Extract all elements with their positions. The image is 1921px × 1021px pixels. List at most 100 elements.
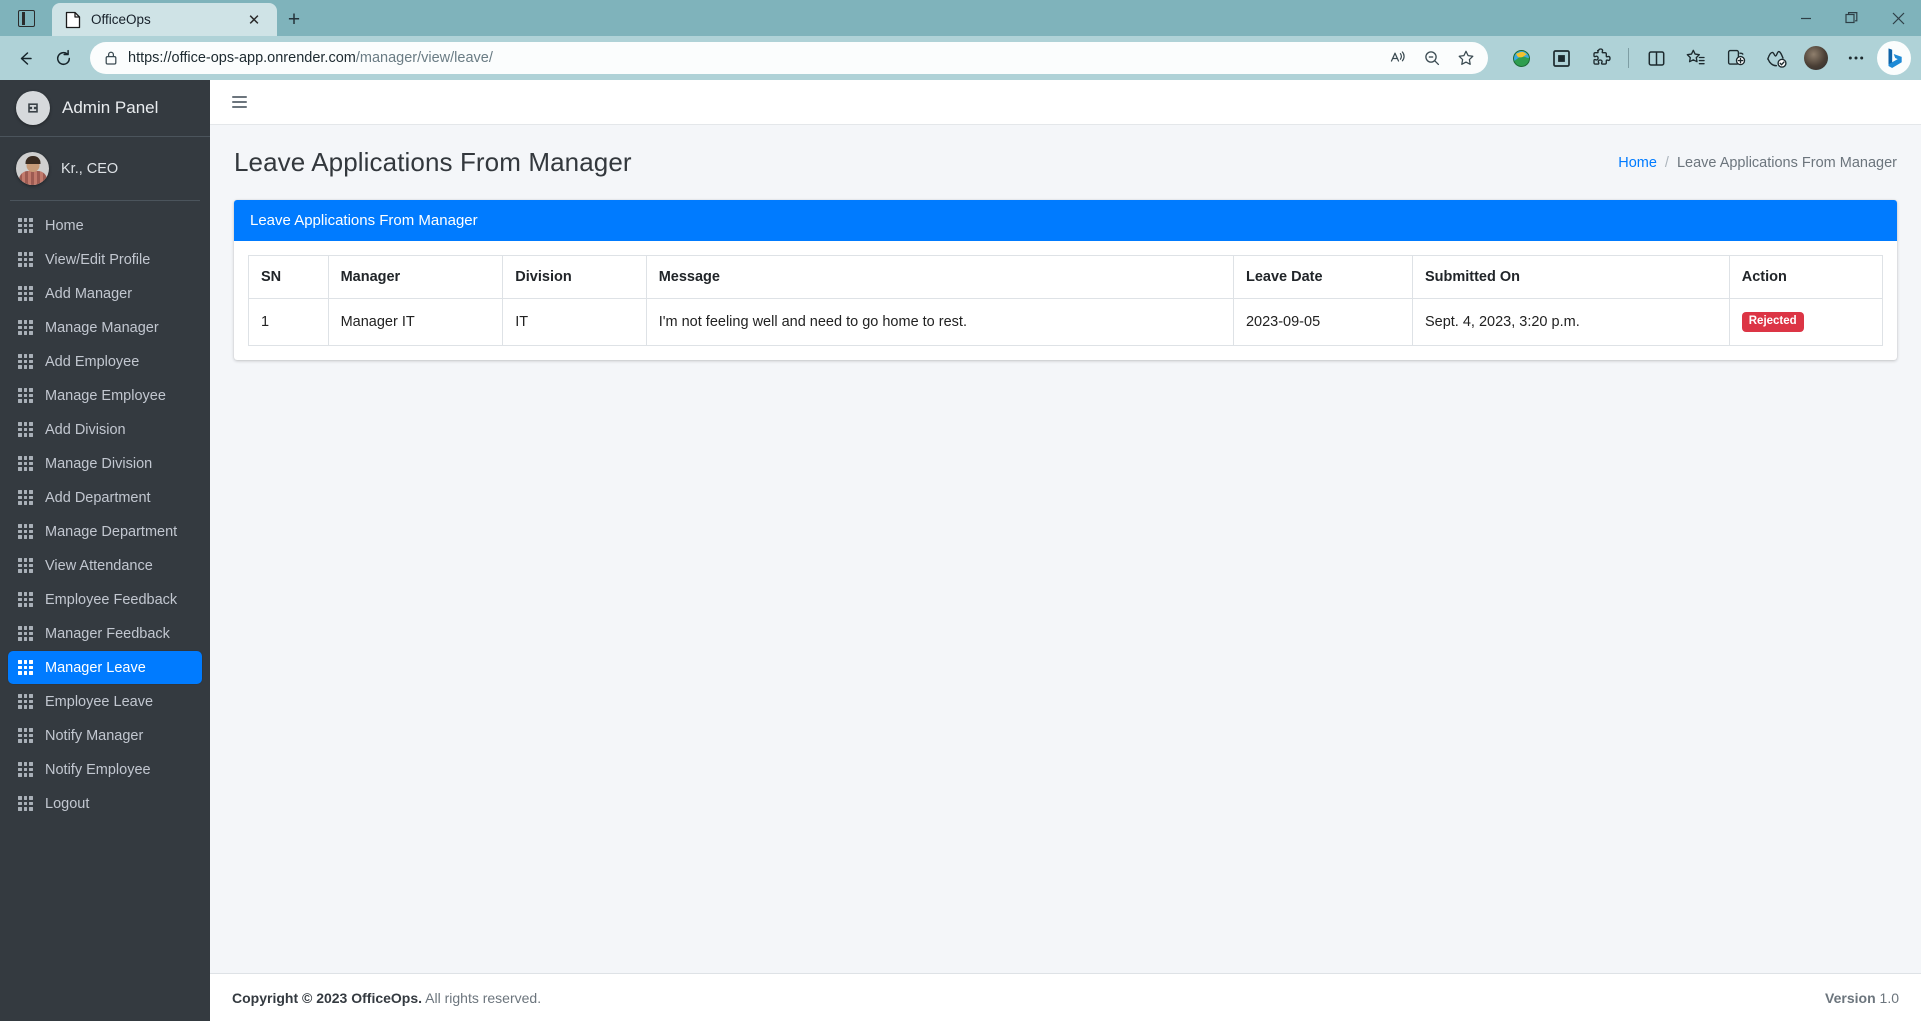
copilot-bing-icon[interactable] [1877, 41, 1911, 75]
cell-message: I'm not feeling well and need to go home… [645, 298, 1234, 346]
column-header: Leave Date [1232, 255, 1413, 299]
sidebar-item-add-manager[interactable]: Add Manager [8, 277, 202, 310]
app-footer: Copyright © 2023 OfficeOps. All rights r… [210, 973, 1921, 1021]
sidebar-item-notify-employee[interactable]: Notify Employee [8, 753, 202, 786]
address-bar[interactable]: https://office-ops-app.onrender.com/mana… [90, 42, 1488, 74]
leave-applications-card: Leave Applications From Manager SN Manage… [234, 200, 1897, 360]
status-badge[interactable]: Rejected [1741, 312, 1804, 332]
brand-header[interactable]: Admin Panel [0, 80, 210, 137]
globe-extension-icon[interactable] [1502, 41, 1540, 75]
close-tab-icon[interactable]: ✕ [241, 7, 267, 33]
column-header: Submitted On [1411, 255, 1730, 299]
grid-icon [18, 660, 33, 675]
back-button[interactable] [6, 41, 44, 75]
sidebar-item-manage-employee[interactable]: Manage Employee [8, 379, 202, 412]
browser-essentials-icon[interactable] [1757, 41, 1795, 75]
column-header: Division [502, 255, 647, 299]
hamburger-menu-icon[interactable] [232, 92, 254, 112]
new-tab-button[interactable]: + [277, 3, 311, 36]
sidebar-item-add-department[interactable]: Add Department [8, 481, 202, 514]
browser-sidebar-toggle-icon [17, 9, 35, 27]
sidebar-item-label: Manage Division [45, 455, 153, 472]
table-row: 1 Manager IT IT I'm not feeling well and ne… [248, 298, 1884, 346]
sidebar-item-label: Manage Manager [45, 319, 159, 336]
column-header: Manager [327, 255, 504, 299]
sidebar-item-view-edit-profile[interactable]: View/Edit Profile [8, 243, 202, 276]
grid-icon [18, 218, 33, 233]
page-scrollbar[interactable] [1914, 80, 1921, 1021]
grid-icon [18, 286, 33, 301]
content-wrapper: Leave Applications From Manager Home / L… [210, 80, 1921, 1021]
app-sidebar: Admin Panel Kr., CEO Home View/Edit Profi… [0, 80, 210, 1021]
browser-tab-title: OfficeOps [91, 12, 151, 27]
address-bar-actions [1382, 44, 1482, 72]
sidebar-item-label: View Attendance [45, 557, 153, 574]
browser-sidebar-toggle-button[interactable] [0, 0, 52, 36]
footer-copyright-rest: All rights reserved. [422, 989, 542, 1006]
grid-icon [18, 422, 33, 437]
sidebar-item-manage-manager[interactable]: Manage Manager [8, 311, 202, 344]
cell-submitted-on: Sept. 4, 2023, 3:20 p.m. [1411, 298, 1730, 346]
grid-icon [18, 354, 33, 369]
zoom-out-icon[interactable] [1416, 44, 1448, 72]
add-tab-group-icon[interactable] [1717, 41, 1755, 75]
sidebar-item-add-employee[interactable]: Add Employee [8, 345, 202, 378]
sidebar-user-panel[interactable]: Kr., CEO [0, 137, 210, 200]
cell-manager: Manager IT [327, 298, 504, 346]
sidebar-item-label: Employee Leave [45, 693, 154, 710]
favorite-star-icon[interactable] [1450, 44, 1482, 72]
sidebar-item-manage-department[interactable]: Manage Department [8, 515, 202, 548]
sidebar-item-label: Manager Feedback [45, 625, 170, 642]
sidebar-item-notify-manager[interactable]: Notify Manager [8, 719, 202, 752]
sidebar-item-label: Add Division [45, 421, 126, 438]
sidebar-item-employee-leave[interactable]: Employee Leave [8, 685, 202, 718]
sidebar-divider [10, 200, 200, 201]
page-viewport: Admin Panel Kr., CEO Home View/Edit Profi… [0, 80, 1921, 1021]
sidebar-item-manager-leave[interactable]: Manager Leave [8, 651, 202, 684]
page-title: Leave Applications From Manager [234, 147, 632, 177]
grid-icon [18, 388, 33, 403]
sidebar-item-label: Notify Manager [45, 727, 144, 744]
reload-button[interactable] [44, 41, 82, 75]
breadcrumb-home-link[interactable]: Home [1618, 155, 1657, 171]
avatar [16, 152, 49, 185]
sidebar-item-home[interactable]: Home [8, 209, 202, 242]
sidebar-item-manager-feedback[interactable]: Manager Feedback [8, 617, 202, 650]
grid-icon [18, 456, 33, 471]
split-screen-icon[interactable] [1637, 41, 1675, 75]
content-body: Leave Applications From Manager SN Manage… [210, 192, 1921, 973]
brand-title: Admin Panel [62, 98, 159, 117]
browser-toolbar: https://office-ops-app.onrender.com/mana… [0, 36, 1921, 80]
footer-version-value: 1.0 [1879, 989, 1899, 1006]
profile-avatar-icon[interactable] [1797, 41, 1835, 75]
grid-icon [18, 796, 33, 811]
grid-icon [18, 728, 33, 743]
sidebar-item-view-attendance[interactable]: View Attendance [8, 549, 202, 582]
cell-division: IT [502, 298, 647, 346]
grid-icon [18, 252, 33, 267]
minimize-button[interactable] [1783, 0, 1829, 36]
extensions-puzzle-icon[interactable] [1582, 41, 1620, 75]
sidebar-item-label: Employee Feedback [45, 591, 178, 608]
close-window-button[interactable] [1875, 0, 1921, 36]
restore-button[interactable] [1829, 0, 1875, 36]
footer-copyright: Copyright © 2023 OfficeOps. All rights r… [232, 990, 541, 1006]
sidebar-item-manage-division[interactable]: Manage Division [8, 447, 202, 480]
page-icon [65, 11, 81, 29]
sidebar-item-logout[interactable]: Logout [8, 787, 202, 820]
browser-tab[interactable]: OfficeOps ✕ [52, 3, 277, 36]
screenshot-extension-icon[interactable] [1542, 41, 1580, 75]
sidebar-item-label: Add Manager [45, 285, 133, 302]
more-settings-icon[interactable] [1837, 41, 1875, 75]
sidebar-item-label: Notify Employee [45, 761, 151, 778]
card-body: SN Manager Division Message Leave Date Submit… [234, 241, 1897, 360]
sidebar-item-employee-feedback[interactable]: Employee Feedback [8, 583, 202, 616]
table-body: 1 Manager IT IT I'm not feeling well and ne… [248, 298, 1884, 346]
cell-action: Rejected [1728, 298, 1884, 346]
sidebar-item-add-division[interactable]: Add Division [8, 413, 202, 446]
leave-applications-table: SN Manager Division Message Leave Date Submit… [248, 255, 1884, 346]
collections-icon[interactable] [1677, 41, 1715, 75]
read-aloud-icon[interactable] [1382, 44, 1414, 72]
lock-icon [104, 50, 118, 66]
column-header: Action [1728, 255, 1884, 299]
